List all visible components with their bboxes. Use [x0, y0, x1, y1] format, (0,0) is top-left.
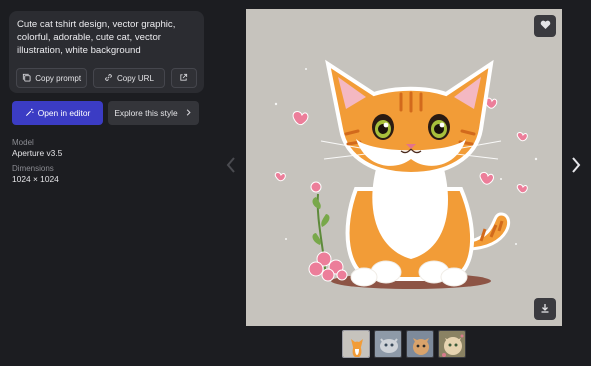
next-image-button[interactable] — [569, 156, 583, 178]
model-label: Model — [12, 138, 34, 147]
copy-prompt-button[interactable]: Copy prompt — [16, 68, 88, 88]
thumbnail-3[interactable] — [406, 330, 434, 358]
explore-style-label: Explore this style — [114, 108, 178, 118]
download-button[interactable] — [534, 298, 556, 320]
wand-icon — [25, 108, 34, 119]
open-in-editor-label: Open in editor — [37, 108, 91, 118]
generated-image[interactable] — [246, 9, 562, 326]
dimensions-label: Dimensions — [12, 164, 54, 173]
primary-actions: Open in editor Explore this style — [12, 101, 199, 125]
image-detail-view: Cute cat tshirt design, vector graphic, … — [0, 0, 591, 366]
download-icon — [540, 300, 550, 318]
copy-url-button[interactable]: Copy URL — [93, 68, 165, 88]
model-value: Aperture v3.5 — [12, 148, 63, 158]
open-in-editor-button[interactable]: Open in editor — [12, 101, 103, 125]
thumbnail-strip — [342, 330, 466, 358]
previous-image-button[interactable] — [224, 156, 238, 178]
prompt-card: Cute cat tshirt design, vector graphic, … — [9, 11, 204, 93]
prompt-actions: Copy prompt Copy URL — [16, 68, 197, 88]
copy-prompt-label: Copy prompt — [35, 73, 82, 83]
chevron-left-icon — [226, 156, 236, 179]
chevron-right-icon — [571, 156, 581, 179]
heart-icon — [540, 17, 551, 35]
link-icon — [104, 73, 113, 84]
thumbnail-2[interactable] — [374, 330, 402, 358]
model-info: Model Aperture v3.5 — [12, 138, 62, 158]
open-external-button[interactable] — [170, 68, 197, 88]
external-link-icon — [179, 73, 188, 84]
cat-illustration — [274, 59, 538, 289]
thumbnail-4[interactable] — [438, 330, 466, 358]
thumbnail-1[interactable] — [342, 330, 370, 358]
copy-icon — [22, 73, 31, 84]
dimensions-value: 1024 × 1024 — [12, 174, 59, 184]
copy-url-label: Copy URL — [116, 73, 154, 83]
chevron-right-icon — [184, 108, 193, 119]
prompt-text: Cute cat tshirt design, vector graphic, … — [17, 19, 176, 56]
dimensions-info: Dimensions 1024 × 1024 — [12, 164, 59, 184]
favorite-button[interactable] — [534, 15, 556, 37]
explore-style-button[interactable]: Explore this style — [108, 101, 199, 125]
